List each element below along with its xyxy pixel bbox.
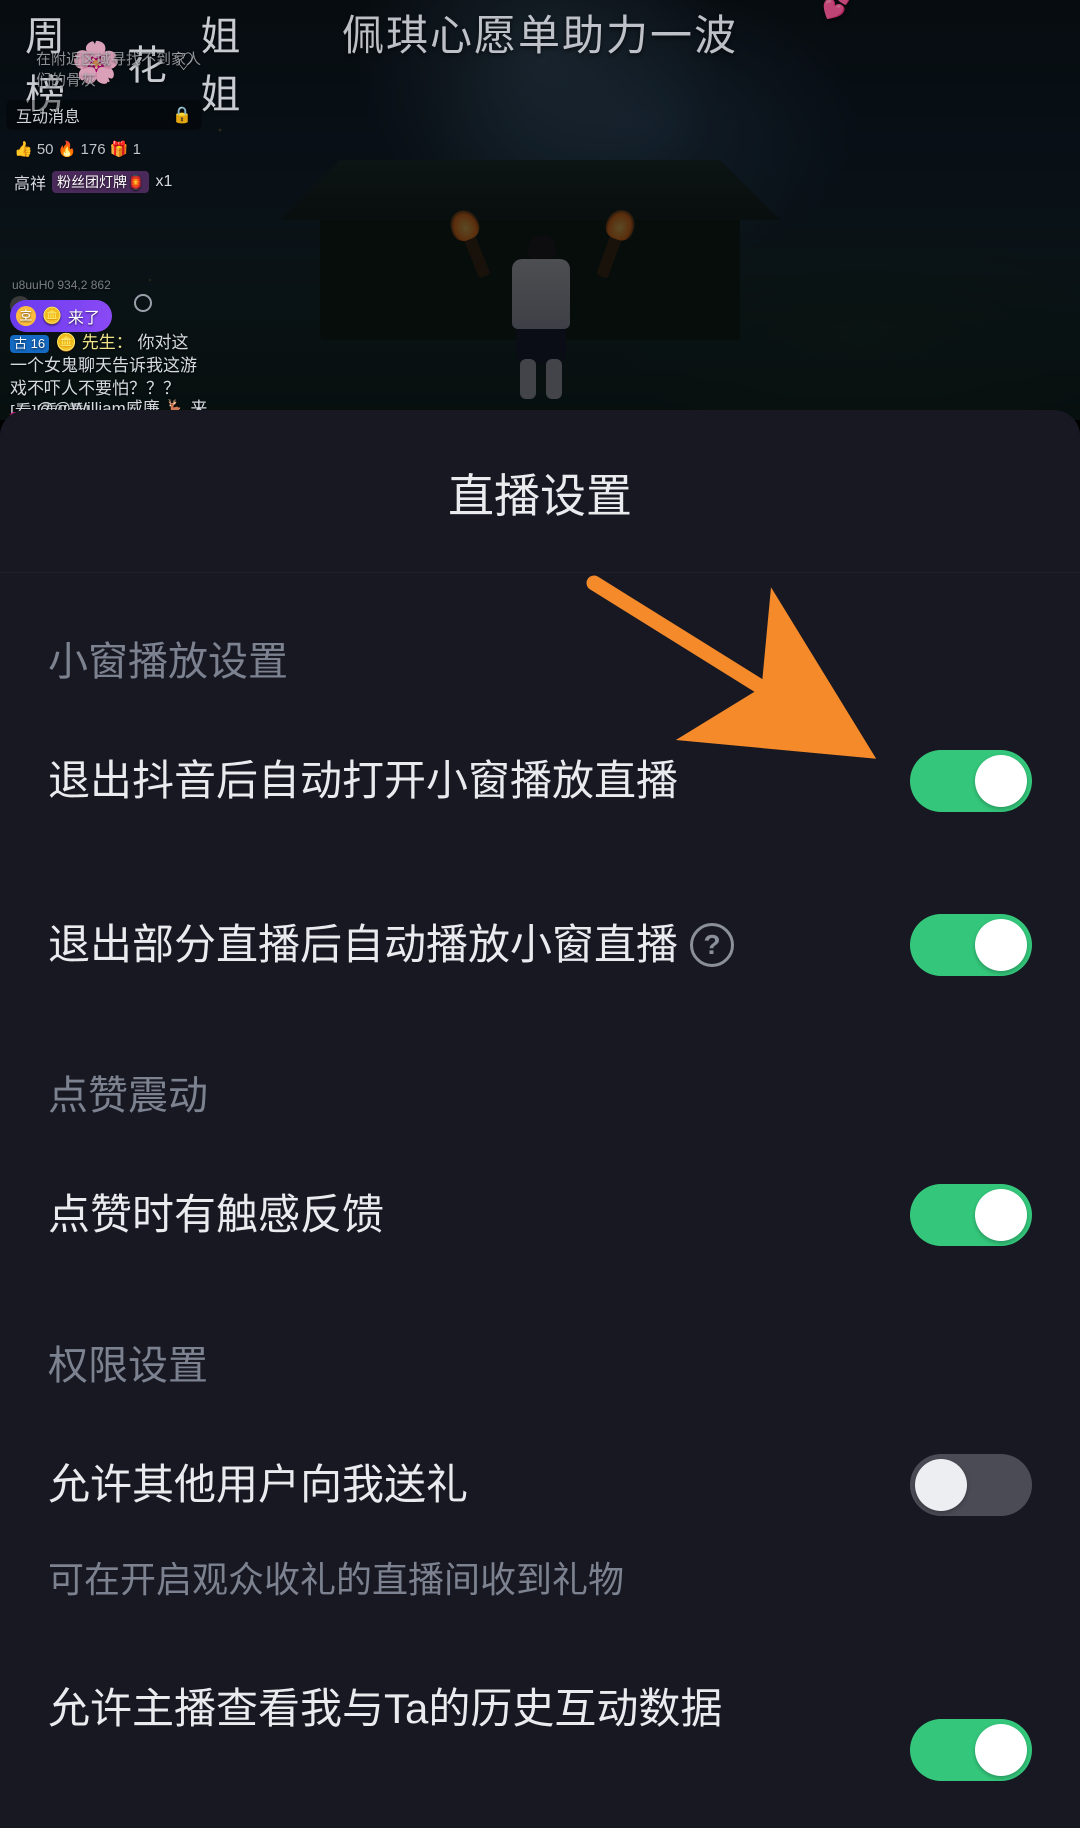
section-permission-label: 权限设置 [48,1333,1032,1391]
chat1-badge: 古 16 [10,335,49,353]
row-like-haptic: 点赞时有触感反馈 [48,1169,1032,1261]
sheet-title: 直播设置 [0,410,1080,573]
stat-line: 👍 50 🔥 176 🎁 1 [14,140,141,158]
row-exit-room-pip: 退出部分直播后自动播放小窗直播 ? [48,899,1032,991]
user-small-label: u8uuH0 934,2 862 [12,278,111,292]
toggle-exit-room-pip[interactable] [910,914,1032,976]
toggle-like-haptic[interactable] [910,1184,1032,1246]
row-allow-history: 允许主播查看我与Ta的历史互动数据 [48,1663,1032,1755]
coin-icon: 🪙 [56,333,77,352]
toggle-allow-history[interactable] [910,1719,1032,1781]
stream-overlay-panel: 周榜 🌸 花 ♡ 姐姐 在附近区域寻找不到家人们的骨灰 互动消息 🔒 👍 50 … [0,0,210,420]
interact-label: 互动消息 [16,103,80,127]
row-exit-app-pip: 退出抖音后自动打开小窗播放直播 [48,735,1032,827]
interact-messages-bar[interactable]: 互动消息 🔒 [6,100,202,130]
section-pip-label: 小窗播放设置 [48,629,1032,687]
coin-icon: 🪙 [42,306,62,326]
lock-icon: 🔒 [172,105,192,125]
chat1-username: 先生： [82,333,133,352]
row-allow-gift: 允许其他用户向我送礼 [48,1439,1032,1531]
mic-off-icon [134,294,152,312]
help-icon[interactable]: ? [690,923,734,967]
row-exit-app-pip-label: 退出抖音后自动打开小窗播放直播 [48,756,678,806]
row-like-haptic-label: 点赞时有触感反馈 [48,1190,384,1240]
fans-badge: 粉丝团灯牌 🏮 [52,171,149,193]
joined-pill[interactable]: 호 🪙 来了 [10,300,112,332]
fans-lantern-line: 高祥 粉丝团灯牌 🏮 x1 [14,170,172,194]
live-settings-sheet: 直播设置 小窗播放设置 退出抖音后自动打开小窗播放直播 退出部分直播后自动播放小… [0,410,1080,1828]
banner-text: 佩琪心愿单助力一波 [342,12,738,59]
row-allow-gift-label: 允许其他用户向我送礼 [48,1460,468,1510]
row-allow-history-label: 允许主播查看我与Ta的历史互动数据 [48,1684,722,1734]
rank-subtitle: 在附近区域寻找不到家人们的骨灰 [36,48,210,90]
hearts-icon: 💕 [822,0,854,21]
sheet-content: 小窗播放设置 退出抖音后自动打开小窗播放直播 退出部分直播后自动播放小窗直播 ?… [0,629,1080,1755]
toggle-allow-gift[interactable] [910,1454,1032,1516]
row-allow-gift-sub: 可在开启观众收礼的直播间收到礼物 [48,1551,1032,1603]
row-exit-room-pip-label: 退出部分直播后自动播放小窗直播 ? [48,920,734,970]
toggle-exit-app-pip[interactable] [910,750,1032,812]
section-haptic-label: 点赞震动 [48,1063,1032,1121]
pill-leading-dot: 호 [16,306,36,326]
pill-text: 来了 [68,304,100,328]
